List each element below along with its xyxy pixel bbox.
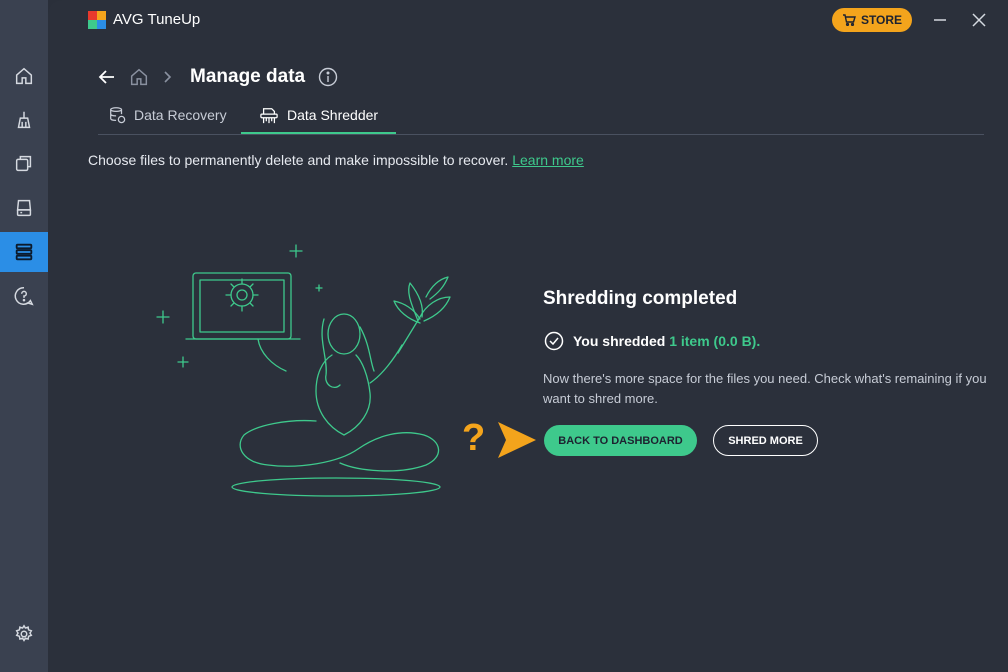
chevron-right-icon — [164, 71, 172, 83]
tab-label: Data Recovery — [134, 107, 227, 123]
sidebar-item-help[interactable] — [0, 276, 48, 316]
minimize-icon — [934, 19, 946, 21]
page-title: Manage data — [190, 66, 306, 87]
store-button[interactable]: STORE — [832, 8, 912, 32]
description: Choose files to permanently delete and m… — [88, 152, 584, 168]
learn-more-link[interactable]: Learn more — [512, 152, 584, 168]
tab-label: Data Shredder — [287, 107, 379, 123]
data-icon — [15, 243, 33, 261]
close-icon — [972, 13, 986, 27]
minimize-button[interactable] — [930, 10, 950, 30]
back-to-dashboard-button[interactable]: BACK TO DASHBOARD — [544, 425, 697, 456]
result-summary-prefix: You shredded — [573, 333, 666, 349]
broom-icon — [17, 111, 31, 129]
home-icon — [15, 67, 33, 85]
sidebar — [0, 0, 48, 672]
apps-icon — [15, 155, 32, 172]
cart-icon — [842, 14, 856, 26]
main-panel: AVG TuneUp STORE Manage data Data Recove… — [48, 0, 1008, 672]
sidebar-item-apps[interactable] — [0, 143, 48, 183]
page-header: Manage data — [96, 62, 339, 92]
shredder-icon — [260, 108, 278, 124]
back-button[interactable] — [96, 66, 118, 88]
avg-logo-icon — [88, 11, 106, 29]
sidebar-item-settings[interactable] — [0, 614, 48, 654]
tab-data-shredder[interactable]: Data Shredder — [241, 98, 397, 134]
close-button[interactable] — [969, 10, 989, 30]
laptop-icon — [185, 272, 301, 340]
woman-arm-right — [369, 344, 403, 384]
sidebar-item-home[interactable] — [0, 56, 48, 96]
woman-legs — [239, 419, 440, 472]
sidebar-item-cleanup[interactable] — [0, 100, 48, 140]
home-icon — [130, 68, 148, 86]
tab-bar: Data Recovery Data Shredder — [98, 98, 984, 135]
description-text: Choose files to permanently delete and m… — [88, 152, 509, 168]
floor-mat — [231, 477, 441, 497]
breadcrumb-separator — [156, 66, 178, 88]
app-title: AVG TuneUp — [113, 11, 201, 28]
woman-body — [315, 354, 371, 436]
arrow-left-icon — [98, 70, 114, 84]
sidebar-item-manage-data[interactable] — [0, 232, 48, 272]
info-button[interactable] — [317, 66, 339, 88]
title-bar: AVG TuneUp STORE — [48, 0, 1008, 40]
gear-icon — [15, 624, 33, 642]
info-icon — [318, 67, 338, 87]
shred-more-button[interactable]: SHRED MORE — [713, 425, 818, 456]
tab-data-recovery[interactable]: Data Recovery — [108, 98, 227, 132]
woman-head — [327, 313, 361, 355]
database-recover-icon — [110, 107, 126, 124]
result-summary: You shredded 1 item (0.0 B). — [544, 331, 760, 351]
help-icon — [14, 287, 34, 306]
shredding-complete-illustration — [156, 244, 451, 497]
arrow-right-annotation-icon — [498, 422, 536, 458]
question-mark-annotation: ? — [462, 417, 486, 459]
sidebar-item-drive[interactable] — [0, 188, 48, 228]
feather-duster-icon — [393, 276, 451, 354]
result-description: Now there's more space for the files you… — [543, 371, 987, 406]
result-summary-count: 1 item (0.0 B). — [669, 333, 761, 349]
check-circle-icon — [544, 331, 564, 351]
woman-arm-left — [257, 338, 287, 372]
result-title: Shredding completed — [543, 288, 738, 309]
drive-icon — [16, 199, 32, 217]
store-label: STORE — [860, 13, 903, 27]
breadcrumb-home[interactable] — [128, 66, 150, 88]
